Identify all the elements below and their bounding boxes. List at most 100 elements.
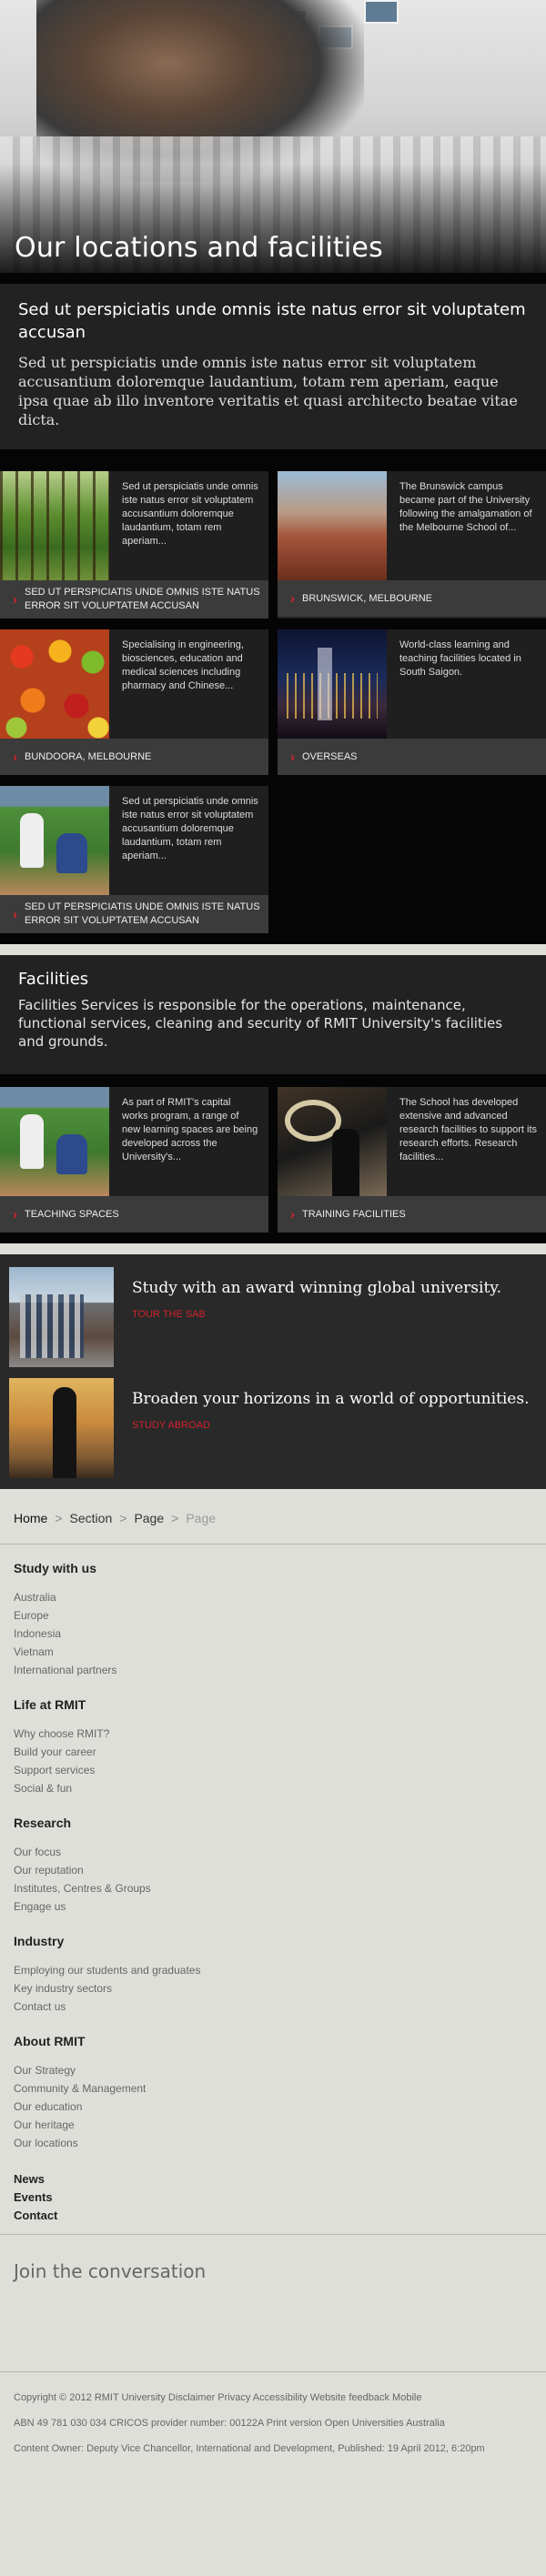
promo-panel: Study with an award winning global unive…	[0, 1254, 546, 1489]
footer-list-research: Our focus Our reputation Institutes, Cen…	[14, 1843, 532, 1916]
page-title: Our locations and facilities	[15, 232, 383, 264]
location-card-brunswick[interactable]: The Brunswick campus became part of the …	[278, 471, 546, 619]
footer-link[interactable]: Our locations	[14, 2134, 532, 2152]
card-description: Sed ut perspiciatis unde omnis iste natu…	[122, 796, 258, 861]
grid-row: Specialising in engineering, biosciences…	[0, 629, 546, 775]
footer-link[interactable]: Our reputation	[14, 1861, 532, 1879]
promo-item: Study with an award winning global unive…	[9, 1267, 537, 1367]
footer-link[interactable]: Our Strategy	[14, 2061, 532, 2079]
tour-sab-link[interactable]: Tour the SAB	[132, 1309, 206, 1320]
locations-grid: Sed ut perspiciatis unde omnis iste natu…	[0, 458, 546, 944]
footer-link[interactable]: International partners	[14, 1661, 532, 1679]
footer-link-contact[interactable]: Contact	[14, 2207, 532, 2225]
chevron-right-icon: ›	[290, 749, 295, 765]
card-body: The School has developed extensive and a…	[278, 1087, 546, 1196]
intro-body: Sed ut perspiciatis unde omnis iste natu…	[18, 354, 518, 428]
card-caption-text: Bundoora, Melbourne	[25, 750, 152, 762]
footer-link[interactable]: Our education	[14, 2098, 532, 2116]
footer-list-study: Australia Europe Indonesia Vietnam Inter…	[14, 1588, 532, 1679]
footer-link-events[interactable]: Events	[14, 2189, 532, 2207]
join-the-conversation: Join the conversation	[0, 2234, 546, 2371]
card-caption-text: Teaching spaces	[25, 1208, 119, 1220]
footer-link[interactable]: Our focus	[14, 1843, 532, 1861]
baseball-thumbnail	[0, 786, 109, 895]
location-card-bundoora[interactable]: Specialising in engineering, biosciences…	[0, 629, 268, 775]
card-description: Specialising in engineering, biosciences…	[122, 639, 244, 691]
card-caption: › Training facilities	[278, 1196, 546, 1233]
footer-list-industry: Employing our students and graduates Key…	[14, 1961, 532, 2016]
wall-photo	[364, 0, 399, 24]
card-caption-text: Overseas	[302, 750, 358, 762]
footer-link[interactable]: Engage us	[14, 1897, 532, 1916]
footer-link[interactable]: Institutes, Centres & Groups	[14, 1879, 532, 1897]
grid-row: Sed ut perspiciatis unde omnis iste natu…	[0, 786, 546, 933]
hero-banner: Our locations and facilities	[0, 0, 546, 273]
copyright-line: Copyright © 2012 RMIT University Disclai…	[14, 2392, 422, 2403]
location-card[interactable]: Sed ut perspiciatis unde omnis iste natu…	[0, 471, 268, 619]
intro-panel: Sed ut perspiciatis unde omnis iste natu…	[0, 284, 546, 449]
card-caption-text: Sed ut perspiciatis unde omnis iste natu…	[25, 587, 260, 611]
breadcrumb-current: Page	[186, 1511, 217, 1525]
promo-title: Broaden your horizons in a world of oppo…	[132, 1390, 530, 1408]
promo-title: Study with an award winning global unive…	[132, 1279, 502, 1297]
card-caption: › Sed ut perspiciatis unde omnis iste na…	[0, 580, 268, 619]
chevron-right-icon: ›	[13, 906, 17, 922]
card-caption: › Bundoora, Melbourne	[0, 739, 268, 775]
breadcrumb-home[interactable]: Home	[14, 1511, 47, 1525]
chevron-right-icon: ›	[13, 1206, 17, 1223]
intro-heading: Sed ut perspiciatis unde omnis iste natu…	[18, 300, 526, 342]
footer-heading-research[interactable]: Research	[14, 1816, 532, 1830]
footer-link[interactable]: Australia	[14, 1588, 532, 1606]
grid-row: As part of RMIT's capital works program,…	[0, 1087, 546, 1233]
footer-link[interactable]: Build your career	[14, 1743, 532, 1761]
chevron-right-icon: ›	[290, 590, 295, 607]
facility-card-training[interactable]: The School has developed extensive and a…	[278, 1087, 546, 1233]
footer-link[interactable]: Contact us	[14, 1997, 532, 2016]
footer-heading-study[interactable]: Study with us	[14, 1561, 532, 1575]
card-description: The School has developed extensive and a…	[399, 1097, 538, 1162]
promo-text: Broaden your horizons in a world of oppo…	[132, 1378, 530, 1433]
breadcrumb-separator: >	[119, 1511, 127, 1525]
card-description: World-class learning and teaching facili…	[399, 639, 521, 678]
footer-link[interactable]: Our heritage	[14, 2116, 532, 2134]
breadcrumb-section[interactable]: Section	[70, 1511, 113, 1525]
study-abroad-link[interactable]: Study abroad	[132, 1420, 210, 1431]
footer-heading-industry[interactable]: Industry	[14, 1934, 532, 1948]
card-body: The Brunswick campus became part of the …	[278, 471, 546, 580]
footer-link[interactable]: Europe	[14, 1606, 532, 1625]
section-divider	[0, 1243, 546, 1254]
city-night-thumbnail	[278, 629, 387, 739]
abn-line: ABN 49 781 030 034 CRICOS provider numbe…	[14, 2418, 445, 2429]
footer-heading-about[interactable]: About RMIT	[14, 2034, 532, 2048]
card-body: Specialising in engineering, biosciences…	[0, 629, 268, 739]
canyon-thumbnail	[278, 471, 387, 580]
footer-link[interactable]: Why choose RMIT?	[14, 1725, 532, 1743]
footer-link[interactable]: Indonesia	[14, 1625, 532, 1643]
footer-link[interactable]: Social & fun	[14, 1779, 532, 1797]
footer-link[interactable]: Vietnam	[14, 1643, 532, 1661]
intro-band: Sed ut perspiciatis unde omnis iste natu…	[0, 273, 546, 458]
baseball-thumbnail	[0, 1087, 109, 1196]
footer-list-life: Why choose RMIT? Build your career Suppo…	[14, 1725, 532, 1797]
breadcrumb-page[interactable]: Page	[134, 1511, 164, 1525]
footer-heading-life[interactable]: Life at RMIT	[14, 1697, 532, 1712]
location-card-overseas[interactable]: World-class learning and teaching facili…	[278, 629, 546, 775]
card-caption: › Brunswick, Melbourne	[278, 580, 546, 617]
card-body: As part of RMIT's capital works program,…	[0, 1087, 268, 1196]
breadcrumb-separator: >	[55, 1511, 63, 1525]
footer-link[interactable]: Support services	[14, 1761, 532, 1779]
footer-link[interactable]: Employing our students and graduates	[14, 1961, 532, 1979]
card-caption: › Sed ut perspiciatis unde omnis iste na…	[0, 895, 268, 933]
fruit-thumbnail	[0, 629, 109, 739]
chevron-right-icon: ›	[13, 749, 17, 765]
footer-link[interactable]: Community & Management	[14, 2079, 532, 2098]
card-body: World-class learning and teaching facili…	[278, 629, 546, 739]
footer-link[interactable]: Key industry sectors	[14, 1979, 532, 1997]
facility-card-teaching[interactable]: As part of RMIT's capital works program,…	[0, 1087, 268, 1233]
breadcrumb: Home > Section > Page > Page	[0, 1489, 546, 1545]
location-card[interactable]: Sed ut perspiciatis unde omnis iste natu…	[0, 786, 268, 933]
content-owner-line: Content Owner: Deputy Vice Chancellor, I…	[14, 2443, 485, 2454]
footer-nav: Study with us Australia Europe Indonesia…	[0, 1545, 546, 2234]
footer-link-news[interactable]: News	[14, 2170, 532, 2189]
card-caption-text: Brunswick, Melbourne	[302, 592, 433, 604]
